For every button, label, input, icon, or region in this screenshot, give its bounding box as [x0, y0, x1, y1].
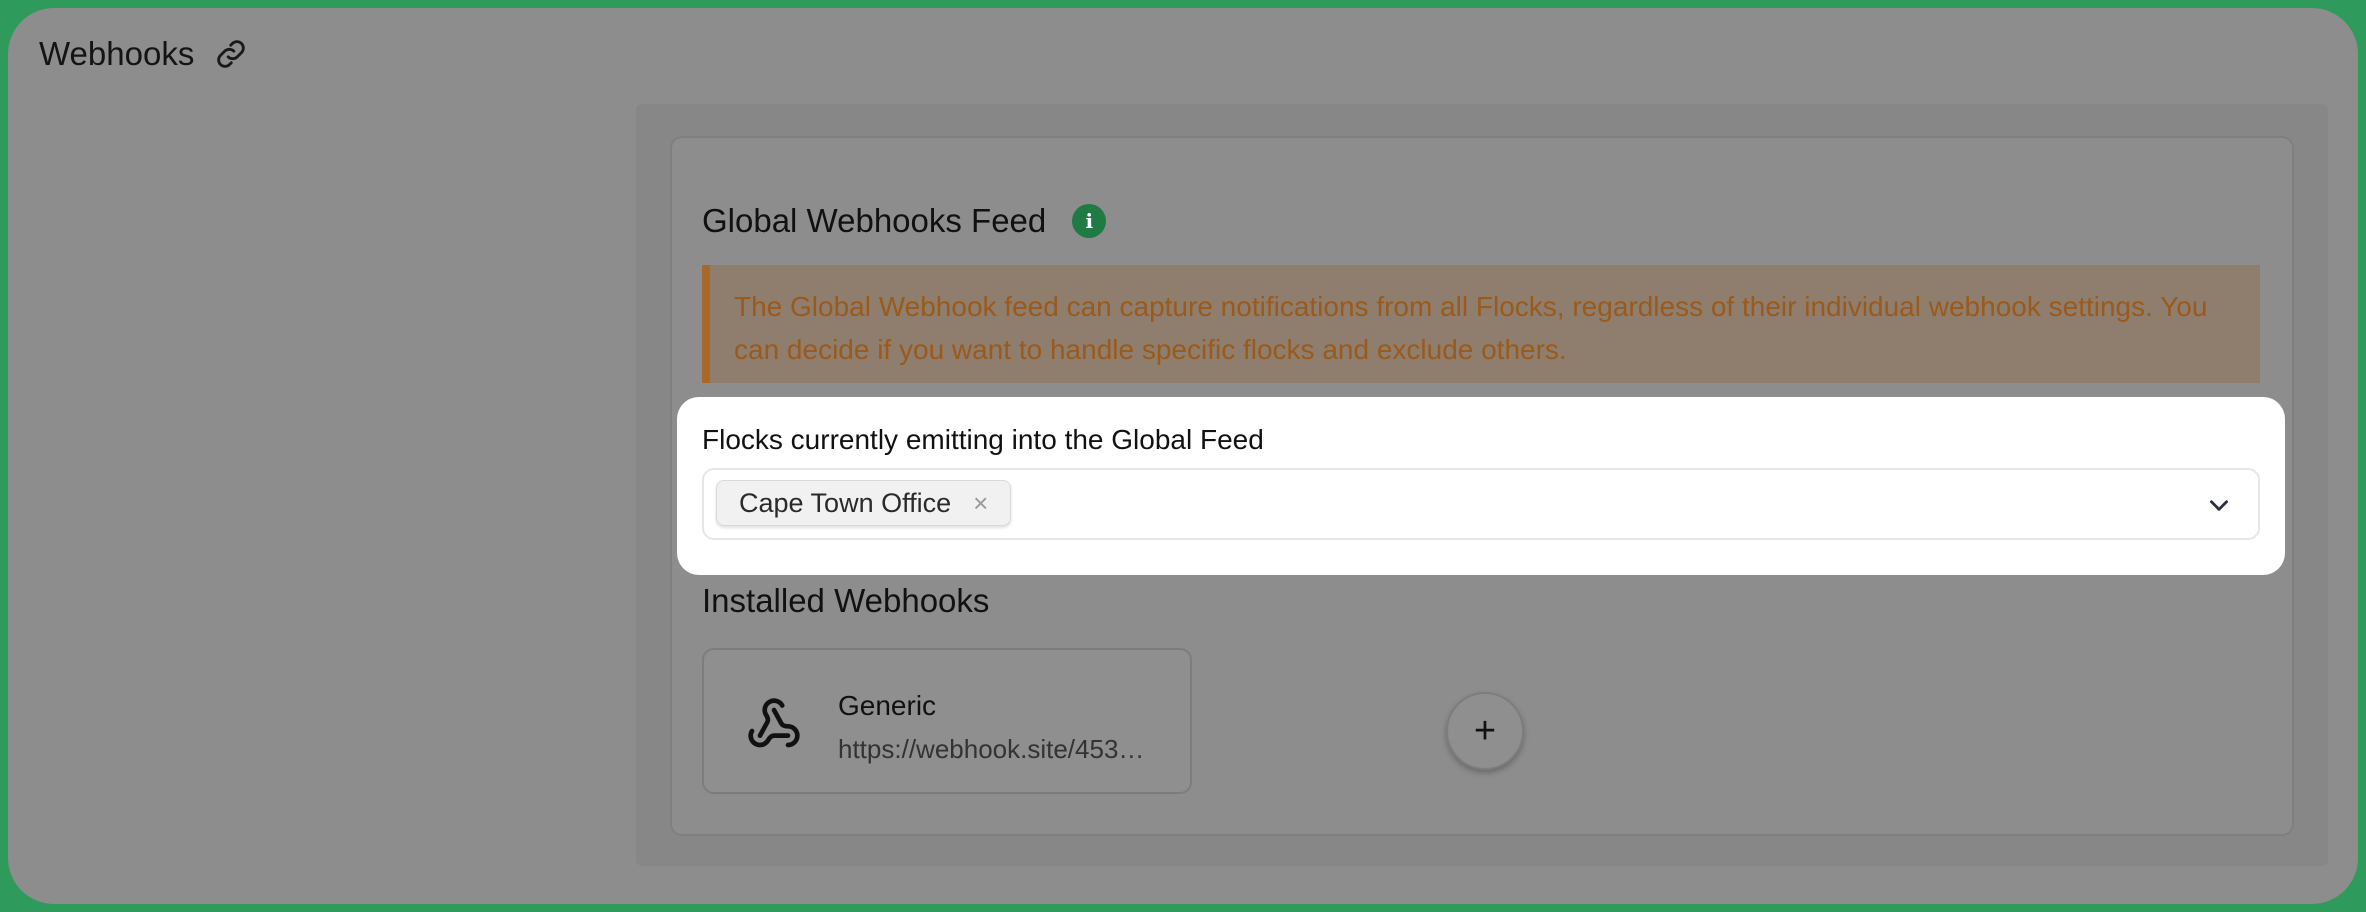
webhook-card[interactable]: Generic https://webhook.site/4531b2c0-7e… [702, 648, 1192, 794]
add-webhook-button[interactable]: + [1446, 692, 1524, 770]
chevron-down-icon[interactable] [2206, 492, 2232, 518]
installed-webhooks-title: Installed Webhooks [702, 582, 990, 619]
flock-multiselect[interactable]: Cape Town Office × [702, 468, 2260, 540]
page-title: Webhooks [39, 35, 195, 72]
global-feed-title: Global Webhooks Feed [702, 202, 1047, 239]
webhook-url: https://webhook.site/4531b2c0-7e8a-4d2f-… [838, 734, 1158, 764]
flock-select-label: Flocks currently emitting into the Globa… [702, 424, 1264, 455]
info-icon[interactable]: i [1072, 204, 1107, 238]
page-header: Webhooks [39, 35, 248, 73]
link-icon[interactable] [214, 37, 248, 71]
webhook-name: Generic [838, 690, 937, 721]
webhook-icon [746, 696, 802, 752]
selected-flock-label: Cape Town Office [739, 487, 952, 518]
global-feed-header: Global Webhooks Feed i [702, 202, 1107, 240]
remove-tag-icon[interactable]: × [973, 490, 988, 516]
selected-flock-tag: Cape Town Office × [716, 480, 1012, 526]
warning-notice: The Global Webhook feed can capture noti… [702, 265, 2260, 383]
